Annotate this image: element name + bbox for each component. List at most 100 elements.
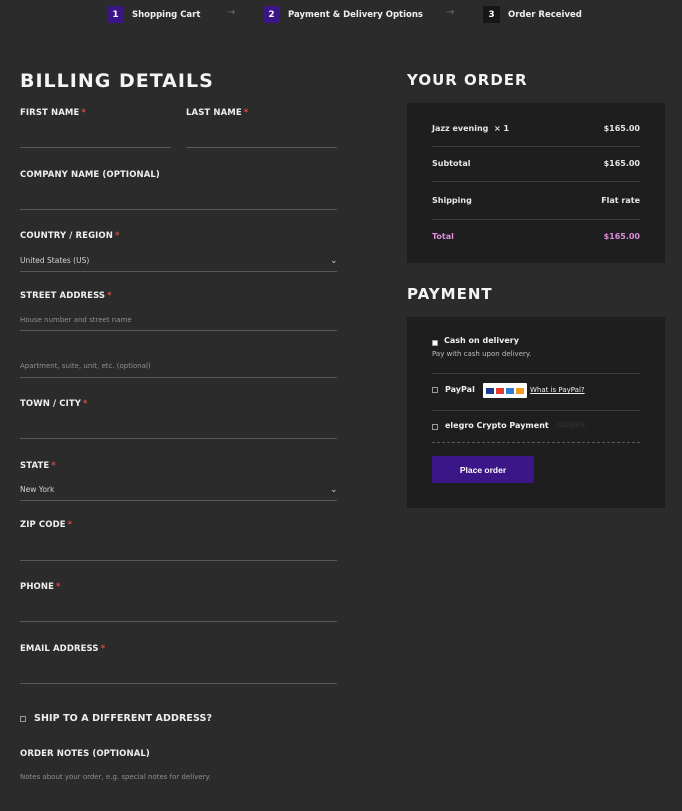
country-select[interactable] <box>20 271 337 272</box>
phone-label: PHONE * <box>20 582 61 592</box>
card-logo <box>496 387 504 394</box>
required-mark: * <box>114 231 120 241</box>
country-select-value[interactable]: United States (US) <box>20 256 89 265</box>
step-number: 3 <box>483 6 500 23</box>
required-mark: * <box>83 399 88 409</box>
company-label: COMPANY NAME (OPTIONAL) <box>20 170 160 180</box>
first-name-input[interactable] <box>20 147 171 148</box>
required-mark: * <box>51 461 56 471</box>
card-logos-icon <box>483 383 527 398</box>
payment-panel: Cash on delivery Pay with cash upon deli… <box>407 317 665 508</box>
elegro-logo: elegro <box>557 420 586 429</box>
arrow-right-icon: → <box>227 7 236 18</box>
apartment-input-placeholder[interactable]: Apartment, suite, unit, etc. (optional) <box>20 362 151 370</box>
street-input[interactable] <box>20 330 337 331</box>
state-select[interactable] <box>20 500 337 501</box>
divider <box>432 373 640 374</box>
item-name-text: Jazz evening <box>432 124 489 133</box>
email-input[interactable] <box>20 683 337 684</box>
required-mark: * <box>81 108 86 118</box>
first-name-label: FIRST NAME * <box>20 108 86 118</box>
divider <box>432 181 640 182</box>
arrow-right-icon: → <box>446 7 455 18</box>
step-shopping-cart[interactable]: 1 Shopping Cart <box>107 6 200 23</box>
your-order-title: YOUR ORDER <box>407 71 528 89</box>
subtotal-value: $165.00 <box>603 159 640 168</box>
dashed-divider <box>432 442 640 443</box>
divider <box>432 410 640 411</box>
label-text: FIRST NAME <box>20 108 80 118</box>
subtotal-label: Subtotal <box>432 159 471 168</box>
order-summary: Jazz evening × 1 $165.00 Subtotal $165.0… <box>407 103 665 263</box>
company-input[interactable] <box>20 209 337 210</box>
label-text: STREET ADDRESS <box>20 291 106 301</box>
card-logo <box>516 387 524 394</box>
payment-title: PAYMENT <box>407 285 493 303</box>
step-label: Order Received <box>508 9 582 20</box>
shipping-row: Shipping Flat rate <box>432 196 640 205</box>
step-number: 2 <box>263 6 280 23</box>
label-text: TOWN / CITY <box>20 399 81 409</box>
subtotal-row: Subtotal $165.00 <box>432 159 640 168</box>
label-text: ZIP CODE <box>20 520 66 530</box>
label-text: EMAIL ADDRESS <box>20 644 99 654</box>
card-logo <box>506 387 514 394</box>
order-item-name: Jazz evening × 1 <box>432 124 509 133</box>
item-qty: × 1 <box>493 124 510 133</box>
crypto-radio[interactable] <box>432 424 438 430</box>
label-text: COUNTRY / REGION <box>20 231 113 241</box>
zip-label: ZIP CODE * <box>20 520 72 530</box>
phone-input[interactable] <box>20 621 337 622</box>
street-label: STREET ADDRESS * <box>20 291 112 301</box>
step-number: 1 <box>107 6 124 23</box>
required-mark: * <box>243 108 249 118</box>
label-text: STATE <box>20 461 50 471</box>
step-label: Shopping Cart <box>132 9 201 20</box>
required-mark: * <box>107 291 112 301</box>
state-select-value[interactable]: New York <box>20 485 54 494</box>
order-item-price: $165.00 <box>603 124 640 133</box>
divider <box>432 219 640 220</box>
total-label: Total <box>432 232 454 241</box>
required-mark: * <box>67 520 73 530</box>
chevron-down-icon[interactable]: ⌄ <box>330 256 338 266</box>
country-label: COUNTRY / REGION * <box>20 231 120 241</box>
apartment-input[interactable] <box>20 377 337 378</box>
crypto-label[interactable]: elegro Crypto Payment <box>445 421 549 430</box>
total-row: Total $165.00 <box>432 232 640 241</box>
step-order-received: 3 Order Received <box>483 6 582 23</box>
cod-radio[interactable] <box>432 340 438 346</box>
cod-description: Pay with cash upon delivery. <box>432 350 532 358</box>
what-is-paypal-link[interactable]: What is PayPal? <box>530 386 585 394</box>
paypal-label[interactable]: PayPal <box>445 385 475 394</box>
shipping-value: Flat rate <box>601 196 640 205</box>
label-text: LAST NAME <box>186 108 242 118</box>
town-input[interactable] <box>20 438 337 439</box>
town-label: TOWN / CITY * <box>20 399 88 409</box>
email-label: EMAIL ADDRESS * <box>20 644 105 654</box>
ship-different-label[interactable]: SHIP TO A DIFFERENT ADDRESS? <box>34 713 212 724</box>
order-notes-placeholder[interactable]: Notes about your order, e.g. special not… <box>20 773 211 781</box>
label-text: PHONE <box>20 582 54 592</box>
last-name-label: LAST NAME * <box>186 108 248 118</box>
required-mark: * <box>56 582 61 592</box>
order-item-row: Jazz evening × 1 $165.00 <box>432 124 640 133</box>
cod-label[interactable]: Cash on delivery <box>444 336 519 345</box>
step-label: Payment & Delivery Options <box>288 9 423 20</box>
order-notes-label: ORDER NOTES (OPTIONAL) <box>20 749 150 759</box>
checkout-steps: 1 Shopping Cart → 2 Payment & Delivery O… <box>0 0 682 30</box>
billing-title: BILLING DETAILS <box>20 70 214 92</box>
ship-different-checkbox[interactable] <box>20 716 26 722</box>
street-input-placeholder[interactable]: House number and street name <box>20 316 132 324</box>
step-payment-delivery[interactable]: 2 Payment & Delivery Options <box>263 6 423 23</box>
place-order-button[interactable]: Place order <box>432 456 534 483</box>
required-mark: * <box>100 644 106 654</box>
zip-input[interactable] <box>20 560 337 561</box>
chevron-down-icon[interactable]: ⌄ <box>330 485 338 495</box>
card-logo <box>486 387 494 394</box>
state-label: STATE * <box>20 461 56 471</box>
last-name-input[interactable] <box>186 147 337 148</box>
shipping-label: Shipping <box>432 196 472 205</box>
total-value: $165.00 <box>603 232 640 241</box>
paypal-radio[interactable] <box>432 387 438 393</box>
